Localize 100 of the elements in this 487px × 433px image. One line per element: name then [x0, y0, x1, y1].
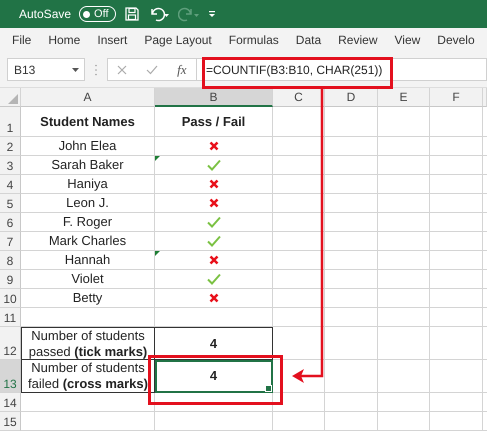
column-header[interactable]: A	[21, 88, 155, 107]
table-cell	[325, 232, 378, 251]
student-name: Sarah Baker	[51, 157, 124, 173]
row-header[interactable]: 15	[0, 412, 21, 431]
table-cell	[430, 270, 483, 289]
fill-handle[interactable]	[265, 385, 272, 392]
row-header[interactable]: 9	[0, 270, 21, 289]
count-value: 4	[210, 368, 218, 384]
table-cell	[378, 289, 430, 308]
table-cell	[378, 213, 430, 232]
table-cell	[378, 137, 430, 156]
table-cell	[325, 412, 378, 431]
table-cell	[273, 412, 325, 431]
table-cell	[325, 156, 378, 175]
table-cell	[378, 107, 430, 137]
table-cell	[378, 194, 430, 213]
row-header[interactable]: 1	[0, 107, 21, 137]
ribbon-tab[interactable]: View	[394, 33, 420, 47]
student-name: Hannah	[64, 252, 110, 268]
table-cell	[273, 327, 325, 360]
table-cell	[430, 213, 483, 232]
ribbon-tab[interactable]: Formulas	[228, 33, 279, 47]
row-header[interactable]: 8	[0, 251, 21, 270]
table-cell	[430, 393, 483, 412]
table-cell	[430, 289, 483, 308]
ribbon-tab[interactable]: Home	[48, 33, 80, 47]
row-header[interactable]: 12	[0, 327, 21, 360]
table-cell	[378, 175, 430, 194]
student-name: Leon J.	[66, 195, 109, 211]
column-header[interactable]: F	[430, 88, 483, 107]
table-cell	[273, 393, 325, 412]
table-cell	[430, 156, 483, 175]
column-heading: Student Names	[40, 114, 135, 130]
insert-function-button[interactable]: fx	[177, 62, 187, 78]
table-cell	[430, 107, 483, 137]
table-cell	[325, 213, 378, 232]
count-value: 4	[210, 336, 218, 352]
ribbon-tab[interactable]: Develo	[437, 33, 475, 47]
row-header[interactable]: 14	[0, 393, 21, 412]
row-header[interactable]: 6	[0, 213, 21, 232]
table-cell	[378, 393, 430, 412]
table-cell	[378, 156, 430, 175]
ribbon-tab[interactable]: Page Layout	[144, 33, 212, 47]
table-cell	[378, 232, 430, 251]
table-cell	[430, 175, 483, 194]
table-cell	[378, 360, 430, 393]
column-header[interactable]: E	[378, 88, 430, 107]
autosave-toggle[interactable]: Off	[79, 6, 116, 22]
table-cell	[430, 360, 483, 393]
table-cell	[378, 412, 430, 431]
table-cell	[378, 327, 430, 360]
table-cell	[325, 194, 378, 213]
table-cell	[430, 137, 483, 156]
save-icon[interactable]	[124, 6, 140, 22]
ribbon-tab[interactable]: File	[12, 33, 32, 47]
row-header[interactable]: 10	[0, 289, 21, 308]
table-cell	[325, 360, 378, 393]
table-cell	[378, 270, 430, 289]
table-cell	[430, 308, 483, 327]
column-header[interactable]: B	[155, 88, 273, 107]
student-name: F. Roger	[62, 214, 112, 230]
table-cell	[325, 137, 378, 156]
table-cell	[325, 175, 378, 194]
ribbon-tab[interactable]: Review	[338, 33, 378, 47]
ribbon-tab[interactable]: Data	[296, 33, 322, 47]
table-cell	[273, 308, 325, 327]
table-cell	[430, 251, 483, 270]
table-cell	[430, 232, 483, 251]
student-name: Mark Charles	[48, 233, 126, 249]
student-name: John Elea	[58, 138, 116, 154]
autosave-label: AutoSave	[19, 7, 72, 21]
table-cell	[378, 308, 430, 327]
student-name: Violet	[71, 271, 104, 287]
table-cell	[430, 412, 483, 431]
row-header[interactable]: 4	[0, 175, 21, 194]
table-cell	[325, 270, 378, 289]
toolbar-menu-icon[interactable]	[208, 9, 216, 19]
summary-label: Number of students failed (cross marks)	[27, 360, 149, 392]
table-cell	[430, 194, 483, 213]
student-name: Betty	[72, 290, 102, 306]
table-cell	[325, 107, 378, 137]
student-name: Haniya	[67, 176, 108, 192]
table-cell	[430, 327, 483, 360]
table-cell	[325, 327, 378, 360]
ribbon-tab[interactable]: Insert	[97, 33, 128, 47]
formula-field[interactable]: =COUNTIF(B3:B10, CHAR(251))	[197, 62, 382, 76]
row-header[interactable]: 13	[0, 360, 21, 393]
row-header[interactable]: 11	[0, 308, 21, 327]
table-cell	[325, 308, 378, 327]
table-cell	[378, 251, 430, 270]
name-box[interactable]: B13	[7, 58, 85, 81]
column-heading: Pass / Fail	[182, 114, 246, 130]
row-header[interactable]: 3	[0, 156, 21, 175]
row-header[interactable]: 7	[0, 232, 21, 251]
row-header[interactable]: 5	[0, 194, 21, 213]
table-cell	[325, 393, 378, 412]
column-header[interactable]: D	[325, 88, 378, 107]
caret-icon[interactable]	[72, 68, 79, 72]
row-header[interactable]: 2	[0, 137, 21, 156]
table-cell	[325, 251, 378, 270]
